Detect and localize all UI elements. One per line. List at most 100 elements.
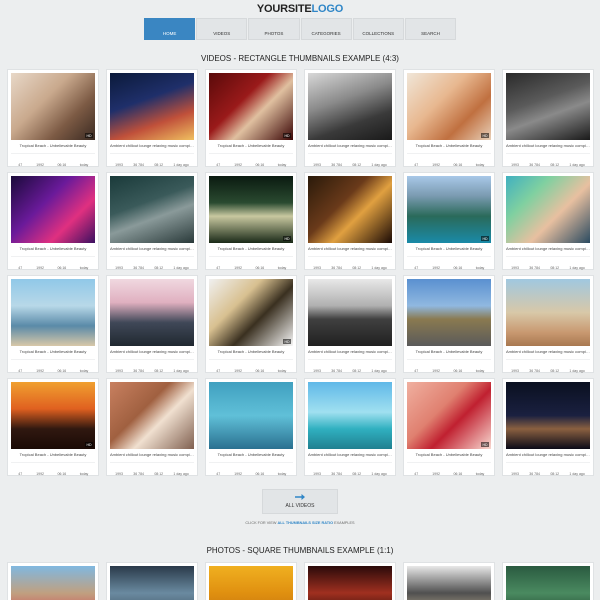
stat-views: 1992 (234, 465, 242, 476)
nav-videos[interactable]: VIDEOS (196, 18, 248, 40)
video-thumbnail[interactable] (407, 279, 491, 346)
video-title[interactable]: Tropical Beach - Unbelievable Beauty (209, 452, 293, 458)
video-card[interactable]: HD Tropical Beach - Unbelievable Beauty 47… (7, 69, 99, 167)
video-thumbnail[interactable]: HD (209, 73, 293, 140)
video-card[interactable]: Ambient chillout lounge relaxing music c… (106, 69, 198, 167)
note-link[interactable]: ALL THUMBNAILS SIZE RATIO (278, 521, 334, 525)
video-thumbnail[interactable] (506, 279, 590, 346)
video-card[interactable]: HD Tropical Beach - Unbelievable Beauty 47… (205, 172, 297, 270)
stat-likes: 47 (216, 156, 221, 167)
video-thumbnail[interactable] (308, 279, 392, 346)
video-title[interactable]: Ambient chillout lounge relaxing music c… (506, 143, 590, 149)
video-thumbnail[interactable]: HD (11, 73, 95, 140)
video-card[interactable]: Tropical Beach - Unbelievable Beauty 47 19… (205, 378, 297, 476)
photo-thumbnail[interactable] (407, 566, 491, 600)
video-thumbnail[interactable]: HD (11, 382, 95, 449)
video-card[interactable]: HD Tropical Beach - Unbelievable Beauty 47… (205, 275, 297, 373)
video-card[interactable]: Ambient chillout lounge relaxing music c… (502, 69, 594, 167)
photo-card[interactable] (7, 562, 99, 600)
video-card[interactable]: Ambient chillout lounge relaxing music c… (106, 378, 198, 476)
video-thumbnail[interactable] (110, 73, 194, 140)
video-thumbnail[interactable] (110, 382, 194, 449)
all-videos-button[interactable]: ALL VIDEOS (262, 489, 338, 514)
video-title[interactable]: Ambient chillout lounge relaxing music c… (308, 349, 392, 355)
stat-views: 1992 (432, 362, 440, 373)
video-title[interactable]: Ambient chillout lounge relaxing music c… (110, 143, 194, 149)
video-thumbnail[interactable] (308, 382, 392, 449)
video-card[interactable]: Ambient chillout lounge relaxing music c… (304, 378, 396, 476)
video-card[interactable]: Ambient chillout lounge relaxing music c… (502, 378, 594, 476)
video-title[interactable]: Tropical Beach - Unbelievable Beauty (407, 349, 491, 355)
eye-icon (532, 156, 537, 161)
site-logo[interactable]: YOURSITELOGO (0, 3, 600, 15)
nav-categories[interactable]: CATEGORIES (300, 18, 352, 40)
video-thumbnail[interactable] (11, 279, 95, 346)
video-card[interactable]: HD Tropical Beach - Unbelievable Beauty 47… (205, 69, 297, 167)
video-card[interactable]: Tropical Beach - Unbelievable Beauty 47 19… (7, 172, 99, 270)
video-thumbnail[interactable] (308, 73, 392, 140)
video-card[interactable]: Ambient chillout lounge relaxing music c… (304, 69, 396, 167)
video-thumbnail[interactable]: HD (209, 279, 293, 346)
video-title[interactable]: Tropical Beach - Unbelievable Beauty (209, 349, 293, 355)
photo-card[interactable] (502, 562, 594, 600)
nav-photos[interactable]: PHOTOS (248, 18, 300, 40)
video-card[interactable]: Ambient chillout lounge relaxing music c… (304, 172, 396, 270)
stat-value: 1993 (511, 265, 519, 270)
photo-thumbnail[interactable] (506, 566, 590, 600)
video-card[interactable]: Ambient chillout lounge relaxing music c… (502, 275, 594, 373)
photo-thumbnail[interactable] (308, 566, 392, 600)
video-title[interactable]: Tropical Beach - Unbelievable Beauty (11, 452, 95, 458)
video-card[interactable]: Ambient chillout lounge relaxing music c… (106, 275, 198, 373)
video-title[interactable]: Ambient chillout lounge relaxing music c… (506, 452, 590, 458)
video-card[interactable]: Ambient chillout lounge relaxing music c… (106, 172, 198, 270)
video-title[interactable]: Ambient chillout lounge relaxing music c… (110, 349, 194, 355)
photo-thumbnail[interactable] (110, 566, 194, 600)
video-title[interactable]: Tropical Beach - Unbelievable Beauty (407, 452, 491, 458)
video-title[interactable]: Ambient chillout lounge relaxing music c… (506, 246, 590, 252)
video-card[interactable]: HD Tropical Beach - Unbelievable Beauty 47… (403, 172, 495, 270)
video-card[interactable]: Tropical Beach - Unbelievable Beauty 47 19… (7, 275, 99, 373)
video-title[interactable]: Tropical Beach - Unbelievable Beauty (11, 143, 95, 149)
nav-search[interactable]: SEARCH (404, 18, 457, 40)
video-card[interactable]: Tropical Beach - Unbelievable Beauty 47 19… (403, 275, 495, 373)
video-title[interactable]: Tropical Beach - Unbelievable Beauty (11, 349, 95, 355)
nav-home[interactable]: HOME (144, 18, 196, 40)
photo-card[interactable] (403, 562, 495, 600)
video-thumbnail[interactable]: HD (407, 176, 491, 243)
video-title[interactable]: Ambient chillout lounge relaxing music c… (506, 349, 590, 355)
video-title[interactable]: Ambient chillout lounge relaxing music c… (308, 452, 392, 458)
photo-thumbnail[interactable] (209, 566, 293, 600)
video-thumbnail[interactable] (11, 176, 95, 243)
video-thumbnail[interactable] (209, 382, 293, 449)
photo-card[interactable] (304, 562, 396, 600)
video-thumbnail[interactable] (506, 382, 590, 449)
video-title[interactable]: Tropical Beach - Unbelievable Beauty (407, 143, 491, 149)
video-title[interactable]: Tropical Beach - Unbelievable Beauty (11, 246, 95, 252)
video-title[interactable]: Tropical Beach - Unbelievable Beauty (209, 246, 293, 252)
video-title[interactable]: Ambient chillout lounge relaxing music c… (110, 246, 194, 252)
video-card[interactable]: Ambient chillout lounge relaxing music c… (502, 172, 594, 270)
video-thumbnail[interactable]: HD (209, 176, 293, 243)
video-title[interactable]: Ambient chillout lounge relaxing music c… (110, 452, 194, 458)
video-card[interactable]: HD Tropical Beach - Unbelievable Beauty 47… (403, 69, 495, 167)
video-thumbnail[interactable] (308, 176, 392, 243)
photo-card[interactable] (205, 562, 297, 600)
video-card[interactable]: HD Tropical Beach - Unbelievable Beauty 47… (7, 378, 99, 476)
video-thumbnail[interactable] (110, 176, 194, 243)
stat-value: 36 784 (529, 162, 540, 167)
video-title[interactable]: Tropical Beach - Unbelievable Beauty (407, 246, 491, 252)
video-title[interactable]: Tropical Beach - Unbelievable Beauty (209, 143, 293, 149)
video-title[interactable]: Ambient chillout lounge relaxing music c… (308, 143, 392, 149)
nav-collections[interactable]: COLLECTIONS (352, 18, 404, 40)
video-thumbnail[interactable]: HD (407, 73, 491, 140)
video-title[interactable]: Ambient chillout lounge relaxing music c… (308, 246, 392, 252)
stat-value: 36 784 (529, 471, 540, 476)
video-card[interactable]: Ambient chillout lounge relaxing music c… (304, 275, 396, 373)
video-thumbnail[interactable] (506, 73, 590, 140)
video-thumbnail[interactable] (506, 176, 590, 243)
video-thumbnail[interactable]: HD (407, 382, 491, 449)
video-card[interactable]: HD Tropical Beach - Unbelievable Beauty 47… (403, 378, 495, 476)
photo-card[interactable] (106, 562, 198, 600)
video-thumbnail[interactable] (110, 279, 194, 346)
photo-thumbnail[interactable] (11, 566, 95, 600)
